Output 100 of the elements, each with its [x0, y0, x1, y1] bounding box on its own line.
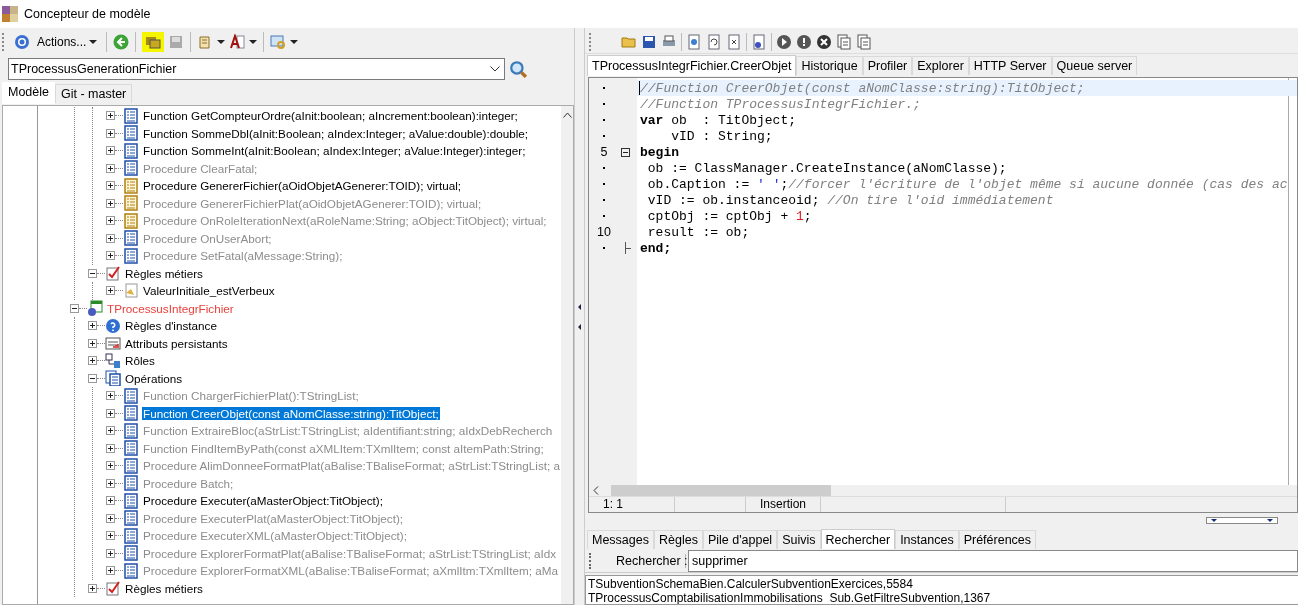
tree-item[interactable]: Procedure GenererFichier(aOidObjetAGenerer:TOID); virtual;	[142, 179, 463, 193]
expand-toggle[interactable]	[88, 583, 97, 593]
tree-item[interactable]: Function ExtraireBloc(aStrList:TStringList; aIdentifiant:string; aIdxDebRecherch	[142, 424, 554, 438]
tab[interactable]: Instances	[895, 530, 959, 549]
scroll-left-icon[interactable]	[593, 486, 599, 495]
expand-toggle[interactable]	[106, 566, 115, 576]
refresh-page-icon[interactable]	[706, 33, 722, 50]
tree-item[interactable]: Procedure ExplorerFormatPlat(aBalise:TBaliseFormat; aStrList:TStringList; aIdx	[142, 546, 558, 560]
tree-item[interactable]: Function GetCompteurOrdre(aInit:boolean; aIncrement:boolean):integer;	[142, 109, 519, 123]
back-arrow-icon[interactable]	[113, 34, 130, 50]
expand-toggle[interactable]	[106, 216, 115, 226]
fold-toggle[interactable]	[621, 147, 630, 157]
expand-toggle[interactable]	[106, 513, 115, 523]
search-field[interactable]: supprimer	[688, 549, 1298, 572]
expand-toggle[interactable]	[106, 198, 115, 208]
tree-item[interactable]: ValeurInitiale_estVerbeux	[142, 284, 276, 298]
caret-icon[interactable]	[290, 40, 299, 44]
play-icon[interactable]	[776, 33, 792, 50]
expand-toggle[interactable]	[88, 321, 97, 331]
font-icon[interactable]	[229, 34, 246, 50]
tree-item[interactable]: Rôles	[124, 354, 156, 368]
exclamation-icon[interactable]	[796, 33, 812, 50]
tree-item[interactable]: Function FindItemByPath(const aXMLItem:TXmlItem; const aItemPath:String;	[142, 441, 545, 455]
dropdown[interactable]	[1206, 516, 1278, 524]
expand-toggle[interactable]	[106, 391, 115, 401]
expand-toggle[interactable]	[88, 338, 97, 348]
line-number: 5	[600, 145, 608, 159]
tree-item[interactable]: Procedure GenererFichierPlat(aOidObjetAGenerer:TOID); virtual;	[142, 196, 483, 210]
tree-item[interactable]: Procedure ExecuterXML(aMasterObject:TitObject);	[142, 529, 408, 543]
expand-toggle[interactable]	[106, 408, 115, 418]
tree-item[interactable]: Procedure AlimDonneeFormatPlat(aBalise:TBaliseFormat; aStrList:TStringList; a	[142, 459, 561, 473]
tree-item[interactable]: Function SommeInt(aInit:Boolean; aIndex:Integer; aValue:Integer):integer;	[142, 144, 527, 158]
tab[interactable]: Profiler	[862, 56, 913, 75]
documents-icon[interactable]	[856, 33, 872, 50]
tree-item[interactable]: Règles d'instance	[124, 319, 218, 333]
close-icon[interactable]	[816, 33, 832, 50]
expand-toggle[interactable]	[106, 181, 115, 191]
tree-item[interactable]: Function ChargerFichierPlat():TStringList;	[142, 389, 360, 403]
tree-item[interactable]: Function CreerObjet(const aNomClasse:string):TitObject;	[142, 406, 440, 420]
tab[interactable]: Messages	[587, 530, 654, 549]
tree-item[interactable]: Procedure OnUserAbort;	[142, 231, 273, 245]
result-item[interactable]: TSubventionSchemaBien.CalculerSubventionExercices,5584	[588, 577, 1296, 591]
tab[interactable]: Modèle	[2, 82, 55, 104]
save-icon[interactable]	[641, 33, 657, 50]
expand-toggle[interactable]	[106, 111, 115, 121]
collapse-toggle[interactable]	[88, 268, 97, 278]
tree-item[interactable]: Procedure SetFatal(aMessage:String);	[142, 249, 344, 263]
tree-item[interactable]: Règles métiers	[124, 266, 204, 280]
tree-item[interactable]: TProcessusIntegrFichier	[106, 301, 235, 315]
tab[interactable]: Préférences	[958, 530, 1037, 549]
expand-toggle[interactable]	[106, 128, 115, 138]
expand-toggle[interactable]	[106, 443, 115, 453]
expand-toggle[interactable]	[106, 163, 115, 173]
class-combo[interactable]: TProcessusGenerationFichier	[8, 58, 505, 80]
tab[interactable]: Règles	[654, 530, 703, 549]
tree-item[interactable]: Procedure Executer(aMasterObject:TitObject);	[142, 494, 384, 508]
close-page-icon[interactable]	[726, 33, 742, 50]
tree-item[interactable]: Procedure ExplorerFormatXML(aBalise:TBaliseFormat; aXmlItm:TXmlItem; aMa	[142, 564, 560, 578]
expand-toggle[interactable]	[106, 478, 115, 488]
page-icon[interactable]	[686, 33, 702, 50]
tree-item[interactable]: Attributs persistants	[124, 336, 229, 350]
collapse-toggle[interactable]	[70, 303, 79, 313]
tab[interactable]: Queue server	[1051, 56, 1138, 75]
tab[interactable]: Pile d'appel	[702, 530, 778, 549]
expand-toggle[interactable]	[106, 251, 115, 261]
tree-item[interactable]: Règles métiers	[124, 581, 204, 595]
target-icon[interactable]	[14, 34, 30, 50]
scroll-up-icon[interactable]	[562, 112, 572, 118]
search-icon[interactable]	[509, 60, 527, 78]
expand-toggle[interactable]	[106, 426, 115, 436]
tab[interactable]: Historique	[796, 56, 863, 75]
documents-icon[interactable]	[836, 33, 852, 50]
tree-item[interactable]: Opérations	[124, 371, 184, 385]
expand-toggle[interactable]	[106, 531, 115, 541]
tab[interactable]: Explorer	[912, 56, 969, 75]
tab[interactable]: Suivis	[777, 530, 821, 549]
expand-toggle[interactable]	[88, 356, 97, 366]
expand-toggle[interactable]	[106, 496, 115, 506]
expand-toggle[interactable]	[106, 146, 115, 156]
method-icon	[123, 545, 139, 562]
result-item[interactable]: TProcessusComptabilisationImmobilisations_Sub.GetFiltreSubvention,1367	[588, 591, 1296, 604]
tree-item[interactable]: Procedure ClearFatal;	[142, 161, 259, 175]
tree-item[interactable]: Procedure Batch;	[142, 476, 235, 490]
expand-toggle[interactable]	[106, 233, 115, 243]
tree-item[interactable]: Procedure ExecuterPlat(aMasterObject:TitObject);	[142, 511, 405, 525]
caret-icon[interactable]	[249, 40, 258, 44]
collapse-toggle[interactable]	[88, 373, 97, 383]
tab[interactable]: TProcessusIntegrFichier.CreerObjet	[587, 55, 797, 76]
tab[interactable]: Git - master	[55, 84, 133, 103]
expand-toggle[interactable]	[106, 286, 115, 296]
tree-item[interactable]: Procedure OnRoleIterationNext(aRoleName:String; aObject:TitObject); virtual;	[142, 214, 548, 228]
actions-menu-button[interactable]: Actions...	[34, 33, 101, 51]
caret-icon[interactable]	[217, 40, 226, 44]
horizontal-scrollbar[interactable]	[589, 485, 1297, 496]
tab[interactable]: HTTP Server	[968, 56, 1052, 75]
folders-icon[interactable]	[145, 34, 162, 50]
tree-item[interactable]: Function SommeDbl(aInit:Boolean; aIndex:Integer; aValue:double):double;	[142, 126, 530, 140]
scrollbar[interactable]	[561, 106, 573, 604]
expand-toggle[interactable]	[106, 461, 115, 471]
expand-toggle[interactable]	[106, 548, 115, 558]
